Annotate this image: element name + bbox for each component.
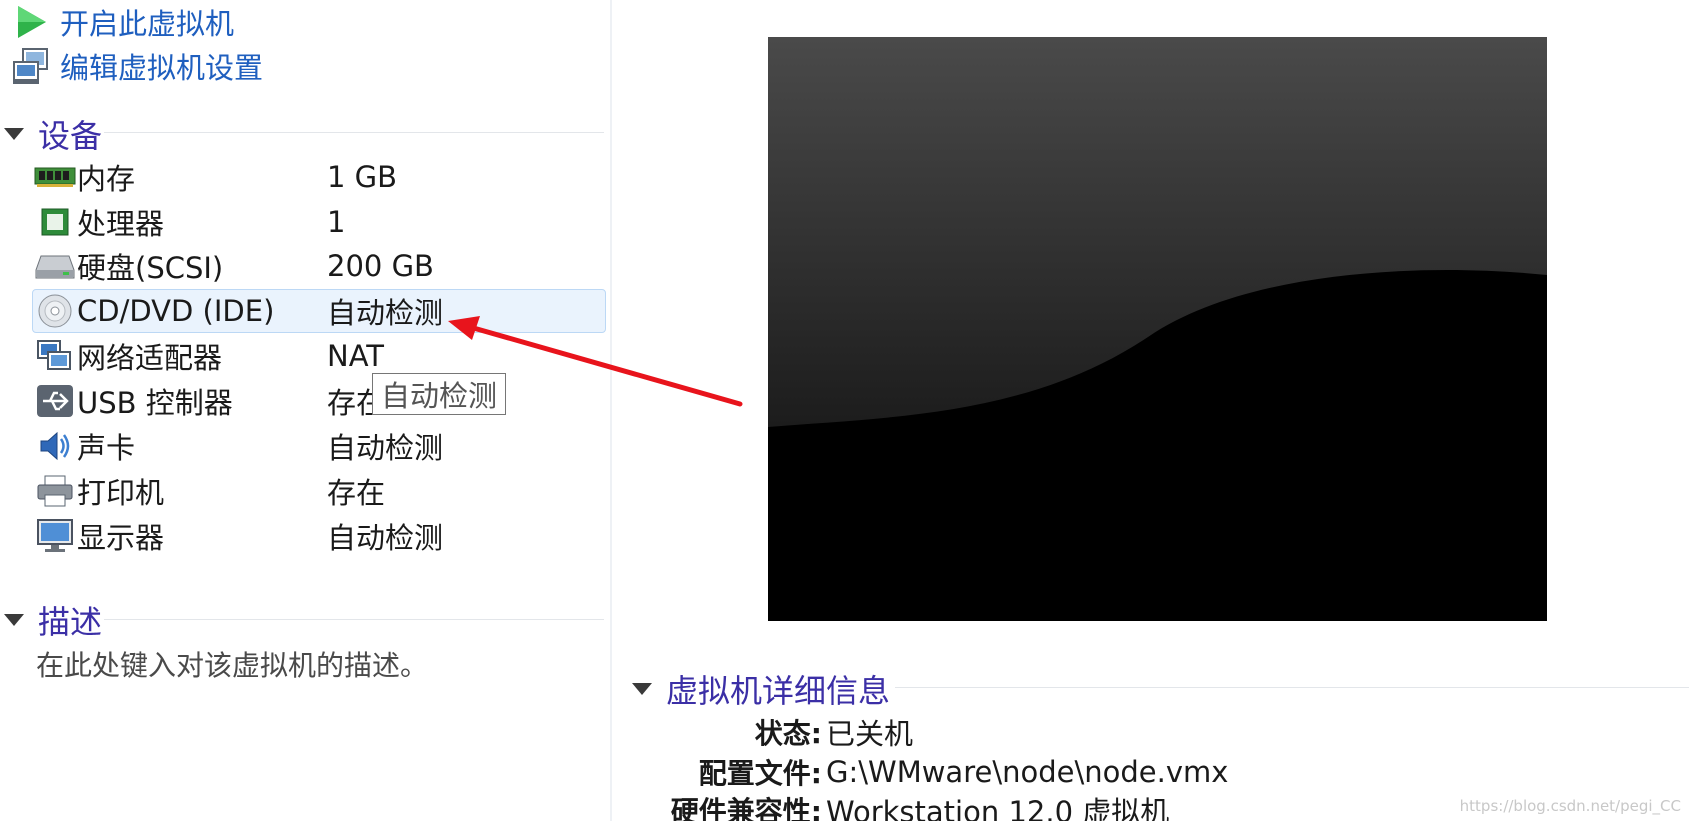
device-value: 存在 (327, 476, 386, 510)
network-adapter-icon (33, 336, 77, 376)
edit-settings-icon (10, 46, 52, 86)
device-name: 声卡 (77, 431, 136, 465)
detail-label: 配置文件: (698, 757, 822, 790)
vm-details-section-toggle[interactable]: 虚拟机详细信息 (628, 667, 890, 711)
detail-row-hardware-compat: 硬件兼容性: Workstation 12.0 虚拟机 (612, 790, 1169, 821)
device-row-printer[interactable]: 打印机 存在 (32, 469, 606, 513)
device-name: 内存 (77, 162, 136, 196)
edit-vm-settings-link[interactable]: 编辑虚拟机设置 (10, 44, 263, 88)
watermark: https://blog.csdn.net/pegi_CC (1459, 797, 1681, 815)
device-name: 显示器 (77, 521, 165, 555)
collapse-triangle-icon (632, 683, 652, 695)
device-row-sound-card[interactable]: 声卡 自动检测 (32, 424, 606, 468)
devices-heading: 设备 (38, 117, 103, 155)
device-value: 200 GB (327, 249, 434, 283)
detail-value: G:\WMware\node\node.vmx (826, 755, 1229, 789)
hard-disk-icon (33, 246, 77, 286)
device-row-memory[interactable]: 内存 1 GB (32, 155, 606, 199)
usb-icon (33, 381, 77, 421)
collapse-triangle-icon (4, 614, 24, 626)
device-value: 1 (327, 205, 346, 239)
value-tooltip: 自动检测 (372, 373, 507, 415)
vm-screen-gloss (768, 37, 1547, 621)
detail-value: Workstation 12.0 虚拟机 (826, 795, 1170, 821)
device-value: 自动检测 (327, 521, 444, 555)
device-row-cd-dvd[interactable]: CD/DVD (IDE) 自动检测 (32, 289, 606, 333)
device-value: 自动检测 (327, 431, 444, 465)
device-row-display[interactable]: 显示器 自动检测 (32, 514, 606, 558)
sound-card-icon (33, 426, 77, 466)
device-row-hard-disk[interactable]: 硬盘(SCSI) 200 GB (32, 244, 606, 288)
device-value: 1 GB (327, 160, 398, 194)
collapse-triangle-icon (4, 128, 24, 140)
detail-label: 硬件兼容性: (670, 795, 822, 821)
vm-summary-left-pane: 开启此虚拟机 编辑虚拟机设置 设备 内存 1 GB 处理器 1 硬盘(SCSI)… (0, 0, 610, 821)
device-name: CD/DVD (IDE) (77, 294, 275, 328)
description-section-toggle[interactable]: 描述 (0, 598, 102, 642)
description-placeholder[interactable]: 在此处键入对该虚拟机的描述。 (36, 644, 428, 684)
power-on-label: 开启此虚拟机 (60, 7, 235, 41)
device-name: 处理器 (77, 207, 165, 241)
memory-icon (33, 157, 77, 197)
vm-screen-thumbnail[interactable] (768, 37, 1547, 621)
device-row-usb-controller[interactable]: USB 控制器 存在 (32, 379, 606, 423)
detail-label: 状态: (754, 717, 822, 750)
vm-details-divider (895, 687, 1689, 688)
vm-details-heading: 虚拟机详细信息 (666, 672, 891, 710)
detail-row-config-file: 配置文件: G:\WMware\node\node.vmx (612, 752, 1229, 792)
description-heading: 描述 (38, 603, 103, 641)
devices-section-toggle[interactable]: 设备 (0, 112, 102, 156)
device-name: 硬盘(SCSI) (77, 251, 224, 285)
device-name: USB 控制器 (77, 386, 233, 420)
play-icon (10, 2, 52, 42)
power-on-vm-link[interactable]: 开启此虚拟机 (10, 0, 234, 44)
device-value: 自动检测 (327, 296, 444, 330)
edit-settings-label: 编辑虚拟机设置 (60, 51, 264, 85)
device-name: 打印机 (77, 476, 165, 510)
detail-value: 已关机 (826, 717, 914, 751)
device-name: 网络适配器 (77, 341, 223, 375)
processor-icon (33, 202, 77, 242)
device-row-network-adapter[interactable]: 网络适配器 NAT (32, 334, 606, 378)
printer-icon (33, 471, 77, 511)
device-value: NAT (327, 339, 384, 373)
cd-dvd-icon (33, 291, 77, 331)
device-row-processor[interactable]: 处理器 1 (32, 200, 606, 244)
detail-row-status: 状态: 已关机 (612, 712, 913, 752)
display-icon (33, 516, 77, 556)
description-divider (104, 619, 604, 620)
devices-divider (104, 132, 604, 133)
